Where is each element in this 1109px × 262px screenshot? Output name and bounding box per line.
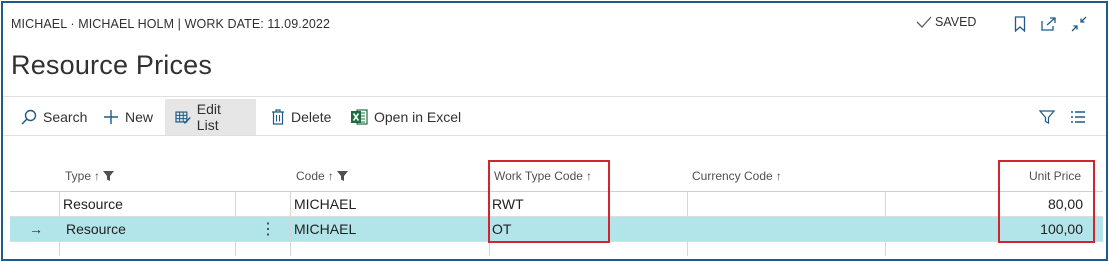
grid-line (290, 192, 291, 256)
column-header-code-label: Code (296, 169, 325, 183)
cell-unit-price[interactable]: 100,00 (889, 217, 1083, 242)
column-header-unit-price-label: Unit Price (1029, 169, 1082, 183)
cell-work-type-code[interactable]: OT (492, 217, 511, 242)
search-label: Search (43, 109, 88, 125)
column-header-currency-code-label: Currency Code (692, 169, 773, 183)
column-header-work-type-code-label: Work Type Code (494, 169, 583, 183)
trash-icon (272, 109, 284, 125)
saved-label: SAVED (935, 15, 977, 29)
filter-icon[interactable] (1038, 108, 1056, 126)
column-header-type-label: Type (65, 169, 92, 183)
column-header-work-type-code[interactable]: Work Type Code ↑ (494, 169, 592, 183)
edit-list-label: Edit List (196, 101, 221, 133)
filter-applied-icon (103, 171, 115, 181)
collapse-icon[interactable] (1070, 15, 1088, 33)
excel-icon (351, 109, 368, 125)
row-actions-menu-icon[interactable]: ⋮ (260, 217, 276, 242)
filter-applied-icon (336, 171, 348, 181)
new-label: New (125, 109, 154, 125)
column-header-unit-price[interactable]: Unit Price (1029, 169, 1081, 183)
top-bar: MICHAEL · MICHAEL HOLM | WORK DATE: 11.0… (3, 3, 1106, 43)
open-in-excel-label: Open in Excel (374, 109, 462, 125)
grid-line (885, 192, 886, 256)
context-breadcrumb: MICHAEL · MICHAEL HOLM | WORK DATE: 11.0… (11, 17, 331, 31)
column-header-currency-code[interactable]: Currency Code ↑ (692, 169, 782, 183)
column-header-type[interactable]: Type ↑ (65, 169, 115, 183)
delete-button[interactable]: Delete (261, 99, 341, 135)
grid-line (687, 192, 688, 256)
sort-ascending-icon: ↑ (94, 169, 101, 183)
open-new-window-icon[interactable] (1040, 15, 1058, 33)
cell-unit-price[interactable]: 80,00 (889, 192, 1083, 217)
divider (3, 135, 1106, 136)
delete-label: Delete (291, 109, 332, 125)
action-bar: Search New Edit List Delete Open in Exce… (3, 99, 1106, 135)
cell-type[interactable]: Resource (63, 192, 123, 217)
grid-line (489, 192, 490, 256)
grid-line (59, 192, 60, 256)
list-view-icon[interactable] (1069, 108, 1087, 126)
cell-work-type-code[interactable]: RWT (492, 192, 524, 217)
cell-code[interactable]: MICHAEL (294, 192, 356, 217)
bookmark-icon[interactable] (1011, 15, 1029, 33)
column-header-code[interactable]: Code ↑ (296, 169, 348, 183)
saved-status: SAVED (916, 15, 976, 29)
plus-icon (104, 110, 118, 124)
sort-ascending-icon: ↑ (327, 169, 334, 183)
page-title: Resource Prices (11, 50, 213, 80)
new-button[interactable]: New (93, 99, 163, 135)
open-in-excel-button[interactable]: Open in Excel (341, 99, 471, 135)
search-icon (21, 109, 37, 125)
checkmark-icon (916, 16, 932, 28)
grid-line (235, 192, 236, 256)
search-button[interactable]: Search (11, 99, 97, 135)
cell-type[interactable]: Resource (66, 217, 126, 242)
divider (3, 96, 1106, 97)
current-row-arrow-icon: → (29, 221, 43, 237)
cell-code[interactable]: MICHAEL (294, 217, 356, 242)
sort-ascending-icon: ↑ (775, 169, 782, 183)
page-frame: MICHAEL · MICHAEL HOLM | WORK DATE: 11.0… (1, 1, 1108, 261)
edit-list-button[interactable]: Edit List (165, 99, 256, 135)
sort-ascending-icon: ↑ (585, 169, 592, 183)
edit-list-icon (175, 111, 191, 124)
